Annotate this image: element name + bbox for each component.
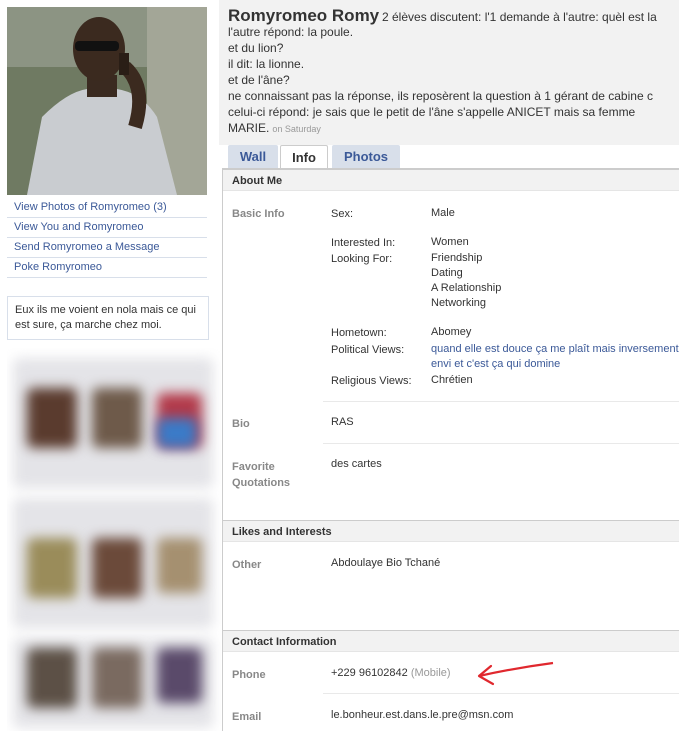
- status-line: ne connaissant pas la réponse, ils repos…: [228, 89, 653, 103]
- status-text-first-line: 2 élèves discutent: l'1 demande à l'autr…: [382, 10, 657, 24]
- friend-thumb: [27, 388, 77, 448]
- row-divider: [323, 401, 679, 402]
- phone-value-row: +229 96102842 (Mobile): [331, 666, 451, 681]
- section-likes-interests: Likes and Interests: [223, 520, 679, 542]
- phone-label: Phone: [232, 669, 266, 681]
- friend-thumb: [92, 648, 142, 708]
- hometown-link[interactable]: Abomey: [431, 325, 471, 340]
- interested-in-value: Women: [431, 236, 469, 248]
- favorite-quotations-label-line: Quotations: [232, 477, 291, 489]
- status-line: celui-ci répond: je sais que le petit de…: [228, 105, 636, 119]
- section-about-me: About Me: [223, 169, 679, 191]
- status-line: il dit: la lionne.: [228, 57, 305, 71]
- friend-thumb: [157, 648, 202, 703]
- row-divider: [323, 693, 679, 694]
- political-views-key: Political Views:: [331, 344, 405, 356]
- political-views-link[interactable]: envi et c'est ça qui domine: [431, 357, 679, 372]
- favorite-quotations-value: des cartes: [331, 458, 382, 470]
- looking-for-key: Looking For:: [331, 253, 393, 265]
- profile-photo[interactable]: [7, 7, 207, 195]
- sex-value: Male: [431, 207, 455, 219]
- religious-views-key: Religious Views:: [331, 375, 412, 387]
- looking-for-item: Friendship: [431, 252, 483, 264]
- interested-in-key: Interested In:: [331, 237, 396, 249]
- section-contact-info: Contact Information: [223, 630, 679, 652]
- favorite-quotations-label-line: Favorite: [232, 461, 275, 473]
- status-line-text: MARIE.: [228, 121, 270, 135]
- basic-info-label: Basic Info: [232, 208, 285, 220]
- looking-for-item: A Relationship: [431, 282, 502, 294]
- phone-type: (Mobile): [410, 667, 451, 679]
- friend-thumb: [27, 648, 77, 708]
- email-label: Email: [232, 711, 262, 723]
- favorite-quotations-label: Favorite Quotations: [232, 459, 290, 491]
- view-photos-link[interactable]: View Photos of Romyromeo (3): [7, 198, 207, 218]
- sex-key: Sex:: [331, 208, 354, 220]
- religious-views-link[interactable]: Chrétien: [431, 373, 473, 388]
- friend-thumb: [157, 538, 202, 593]
- bio-value: RAS: [331, 416, 354, 428]
- phone-number: +229 96102842: [331, 667, 408, 679]
- friend-thumb: [92, 388, 142, 448]
- status-text: l'autre répond: la poule. et du lion? il…: [228, 24, 679, 137]
- tab-photos[interactable]: Photos: [332, 145, 400, 168]
- poke-link[interactable]: Poke Romyromeo: [7, 258, 207, 278]
- political-views-link[interactable]: quand elle est douce ça me plaît mais in…: [431, 342, 679, 357]
- status-line: l'autre répond: la poule.: [228, 25, 354, 39]
- view-you-and-link[interactable]: View You and Romyromeo: [7, 218, 207, 238]
- bio-label: Bio: [232, 418, 250, 430]
- political-views-values: quand elle est douce ça me plaît mais in…: [431, 342, 679, 372]
- info-panel: About Me Basic Info Sex: Male Interested…: [222, 169, 679, 731]
- looking-for-item: Dating: [431, 267, 463, 279]
- status-line: et de l'âne?: [228, 73, 290, 87]
- friend-thumb: [92, 538, 142, 598]
- other-label: Other: [232, 559, 262, 571]
- friends-blurred-area: [7, 348, 221, 731]
- friend-thumb: [157, 418, 197, 448]
- other-like-link[interactable]: Abdoulaye Bio Tchané: [331, 556, 440, 571]
- email-value: le.bonheur.est.dans.le.pre@msn.com: [331, 709, 514, 721]
- profile-photo-figure: [7, 7, 207, 195]
- looking-for-item: Networking: [431, 297, 487, 309]
- profile-status-box: Eux ils me voient en nola mais ce qui es…: [7, 296, 209, 340]
- looking-for-values: Friendship Dating A Relationship Network…: [431, 251, 501, 311]
- status-timestamp[interactable]: on Saturday: [272, 124, 321, 134]
- tab-wall[interactable]: Wall: [228, 145, 278, 168]
- profile-name[interactable]: Romyromeo Romy: [228, 6, 379, 26]
- friend-thumb: [27, 538, 77, 598]
- hometown-key: Hometown:: [331, 327, 387, 339]
- tab-info[interactable]: Info: [280, 145, 328, 170]
- status-line: et du lion?: [228, 41, 284, 55]
- row-divider: [323, 443, 679, 444]
- profile-action-links: View Photos of Romyromeo (3) View You an…: [7, 198, 207, 278]
- send-message-link[interactable]: Send Romyromeo a Message: [7, 238, 207, 258]
- status-line-last: MARIE. on Saturday: [228, 120, 679, 137]
- red-arrow-annotation-icon: [477, 661, 554, 686]
